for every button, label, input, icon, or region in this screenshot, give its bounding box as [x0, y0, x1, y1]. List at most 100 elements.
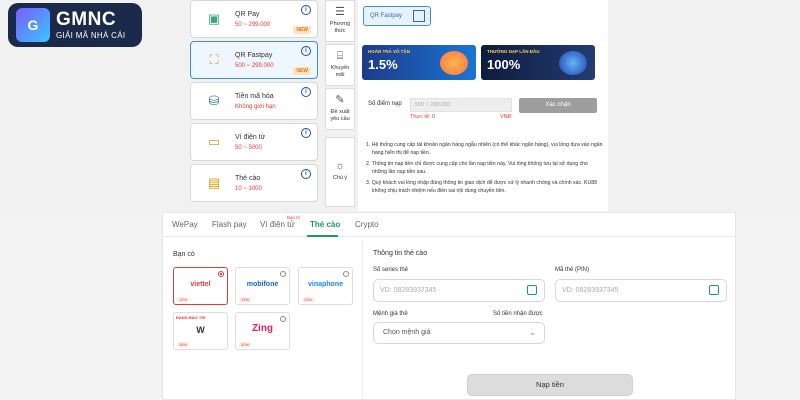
- payment-method-name: QR Fastpay: [235, 52, 273, 59]
- fee-percent: 13%: [239, 297, 252, 302]
- fee-percent: 13%: [302, 297, 315, 302]
- deposit-panel-top: G GMNC GIẢI MÃ NHÀ CÁI ▣ QR Pay 50 ~ 299…: [0, 0, 800, 211]
- info-icon[interactable]: i: [301, 87, 311, 97]
- pin-input[interactable]: VD: 08283937345: [555, 279, 727, 302]
- gmnc-logo: G GMNC GIẢI MÃ NHÀ CÁI: [8, 3, 142, 47]
- amount-label: Số điểm nạp: [368, 101, 402, 107]
- logo-title: GMNC: [56, 9, 117, 30]
- serial-input[interactable]: VD: 08283937345: [373, 279, 545, 302]
- banner-art-icon: [559, 51, 587, 75]
- carrier-zing[interactable]: Zing 20%: [235, 312, 290, 350]
- amount-input[interactable]: 500 ~ 299.000: [410, 98, 512, 112]
- paste-icon[interactable]: [709, 285, 719, 295]
- promo-banner-first-deposit[interactable]: THƯỞNG NẠP LẦN ĐẦU 100%: [481, 45, 595, 80]
- carrier-name: viettel: [190, 281, 211, 288]
- carrier-vinaphone[interactable]: vinaphone 13%: [298, 267, 353, 305]
- qr-fast-icon: [413, 10, 425, 22]
- maintenance-badge: Bảo trì: [287, 215, 301, 220]
- carrier-vietnamobile[interactable]: ĐANG BẢO TRÌ W 15%: [173, 312, 228, 350]
- side-menu-label: Chú ý: [332, 175, 348, 182]
- card-info-title: Thông tin thẻ cào: [373, 250, 428, 257]
- payment-method-name: Thẻ cào: [235, 175, 261, 182]
- scratch-card-panel: WePay Flash pay Ví điện tử Bảo trì Thẻ c…: [162, 212, 737, 400]
- active-tab-indicator: [307, 235, 338, 237]
- payment-method-crypto[interactable]: ⛁ Tiền mã hóa Không giới hạn i: [190, 82, 318, 120]
- banner-art-icon: [440, 51, 468, 75]
- pin-placeholder: VD: 08283937345: [562, 287, 619, 294]
- maintenance-tag: ĐANG BẢO TRÌ: [176, 315, 206, 320]
- payment-method-range: 10 ~ 1000: [235, 186, 262, 192]
- payment-method-name: QR Pay: [235, 11, 260, 18]
- gift-icon: ⌸: [336, 50, 344, 62]
- actual-amount-label: Thực tế: 0: [410, 114, 436, 120]
- method-icon: ☰: [335, 6, 345, 18]
- banner-tag: THƯỞNG NẠP LẦN ĐẦU: [487, 49, 540, 54]
- carrier-name: mobifone: [246, 281, 279, 288]
- deposit-notes: 1. Hệ thống cung cấp tài khoản ngân hàng…: [366, 142, 604, 199]
- carrier-name: W: [196, 325, 205, 335]
- radio-button[interactable]: [280, 271, 286, 277]
- confirm-button[interactable]: Xác nhận: [519, 98, 597, 113]
- you-have-label: Bạn có: [173, 251, 195, 258]
- payment-method-qr-fastpay[interactable]: ⛶ QR Fastpay 500 ~ 299.000 i NEW: [190, 41, 318, 79]
- tab-crypto[interactable]: Crypto: [355, 220, 379, 229]
- fee-percent: 20%: [239, 342, 252, 347]
- tab-ewallet[interactable]: Ví điện tử: [260, 220, 295, 229]
- logo-subtitle: GIẢI MÃ NHÀ CÁI: [56, 31, 126, 40]
- banner-value: 100%: [487, 57, 521, 72]
- payment-tabs: WePay Flash pay Ví điện tử Bảo trì Thẻ c…: [163, 213, 737, 237]
- crypto-icon: ⛁: [208, 93, 220, 108]
- info-icon[interactable]: i: [301, 5, 311, 15]
- serial-placeholder: VD: 08283937345: [380, 287, 437, 294]
- banner-value: 1.5%: [368, 57, 398, 72]
- payment-method-name: Ví điện tử: [235, 134, 266, 141]
- new-badge: NEW: [293, 67, 311, 75]
- carrier-viettel[interactable]: viettel 12%: [173, 267, 228, 305]
- tab-wepay[interactable]: WePay: [172, 220, 198, 229]
- denomination-value: Chọn mệnh giá: [383, 329, 431, 336]
- qr-scan-icon: ▣: [207, 11, 221, 26]
- payment-method-name: Tiền mã hóa: [235, 93, 274, 100]
- chevron-down-icon: ⌄: [529, 328, 536, 337]
- selected-method-chip[interactable]: QR Fastpay: [363, 6, 431, 26]
- radio-button[interactable]: [343, 271, 349, 277]
- received-amount-label: Số tiền nhận được: [493, 311, 543, 317]
- qr-fast-icon: ⛶: [209, 52, 219, 67]
- payment-method-range: 50 ~ 5000: [235, 145, 262, 151]
- side-menu-promotion[interactable]: ⌸ Khuyến mãi: [325, 44, 355, 86]
- new-badge: NEW: [293, 26, 311, 34]
- info-icon[interactable]: i: [301, 46, 311, 56]
- carrier-name: vinaphone: [307, 281, 343, 288]
- payment-method-qr-pay[interactable]: ▣ QR Pay 50 ~ 299.000 i NEW: [190, 0, 318, 38]
- side-menu-label: Đề xuất yêu cầu: [330, 109, 350, 122]
- side-menu-label: Phương thức: [329, 21, 351, 34]
- logo-mark-icon: G: [16, 8, 50, 42]
- info-icon[interactable]: i: [301, 128, 311, 138]
- denomination-select[interactable]: Chọn mệnh giá ⌄: [373, 322, 545, 344]
- deposit-details: QR Fastpay HOÀN TRẢ VÔ TẬN 1.5% THƯỞNG N…: [358, 0, 608, 211]
- tab-flash-pay[interactable]: Flash pay: [212, 220, 247, 229]
- deposit-submit-button[interactable]: Nạp tiền: [467, 374, 633, 396]
- promo-banner-rebate[interactable]: HOÀN TRẢ VÔ TẬN 1.5%: [362, 45, 476, 80]
- carrier-section: Bạn có: [173, 251, 195, 258]
- paste-icon[interactable]: [527, 285, 537, 295]
- radio-button[interactable]: [218, 271, 224, 277]
- payment-method-range: Không giới hạn: [235, 104, 276, 110]
- side-menu-note[interactable]: ☼ Chú ý: [325, 137, 355, 207]
- tab-scratch-card[interactable]: Thẻ cào: [310, 220, 340, 229]
- payment-method-scratch-card[interactable]: ▤ Thẻ cào 10 ~ 1000 i: [190, 164, 318, 202]
- payment-method-range: 500 ~ 299.000: [235, 63, 274, 69]
- carrier-name: Zing: [251, 323, 274, 334]
- side-menu-method[interactable]: ☰ Phương thức: [325, 0, 355, 42]
- card-icon: ▤: [207, 175, 221, 190]
- denomination-label: Mệnh giá thẻ: [373, 311, 408, 317]
- currency-label: VNĐ: [500, 114, 512, 120]
- pin-label: Mã thẻ (PIN): [555, 267, 590, 273]
- selected-method-label: QR Fastpay: [370, 13, 403, 19]
- info-icon[interactable]: i: [301, 169, 311, 179]
- payment-method-ewallet[interactable]: ▭ Ví điện tử 50 ~ 5000 i: [190, 123, 318, 161]
- carrier-mobifone[interactable]: mobifone 13%: [235, 267, 290, 305]
- side-menu-request[interactable]: ✎ Đề xuất yêu cầu: [325, 88, 355, 130]
- fee-percent: 15%: [177, 342, 190, 347]
- radio-button[interactable]: [280, 316, 286, 322]
